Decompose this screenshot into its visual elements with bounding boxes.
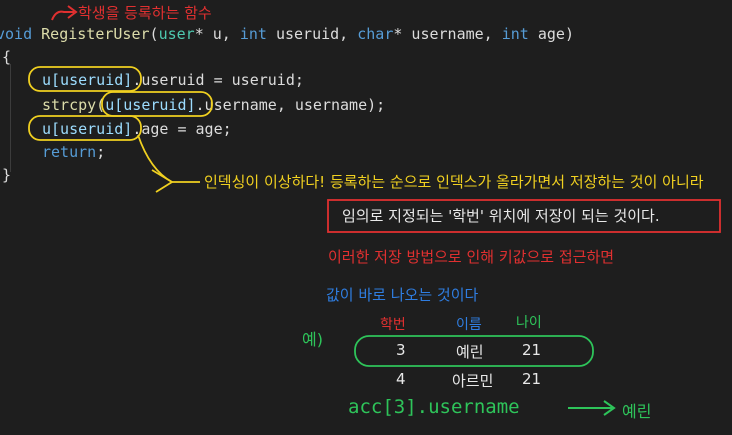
yellow-connector-icon [137, 134, 200, 183]
yellow-oval-line4 [101, 91, 213, 117]
annotation-top-note: 학생을 등록하는 함수 [78, 4, 212, 22]
annotation-red-box-note: 임의로 지정되는 '학번' 위치에 저장이 되는 것이다. [342, 207, 660, 225]
yellow-oval-line5 [28, 115, 142, 141]
annotation-yellow-note: 인덱싱이 이상하다! 등록하는 순으로 인덱스가 올라가면서 저장하는 것이 아… [204, 173, 704, 191]
yellow-oval-line3 [28, 66, 142, 92]
table-row-1-age: 21 [522, 341, 542, 359]
annotation-red-note: 이러한 저장 방법으로 인해 키값으로 접근하면 [328, 248, 615, 266]
table-row-1-id: 3 [396, 341, 406, 359]
annotation-access-expr: acc[3].username [348, 396, 520, 418]
table-row-1-name: 예린 [456, 343, 484, 361]
table-row-2-age: 21 [522, 370, 542, 388]
table-header-age: 나이 [516, 315, 542, 331]
table-header-name: 이름 [456, 317, 482, 333]
table-header-id: 학번 [380, 317, 406, 333]
yellow-arrowhead-icon [151, 169, 174, 193]
code-editor-canvas: void RegisterUser(user* u, int useruid, … [0, 0, 732, 435]
table-row-2-name: 아르민 [452, 372, 494, 390]
annotation-example-label: 예) [302, 330, 323, 349]
annotation-arrow-result: 예린 [622, 402, 652, 421]
table-row-2-id: 4 [396, 370, 406, 388]
annotation-blue-note: 값이 바로 나오는 것이다 [326, 286, 479, 304]
